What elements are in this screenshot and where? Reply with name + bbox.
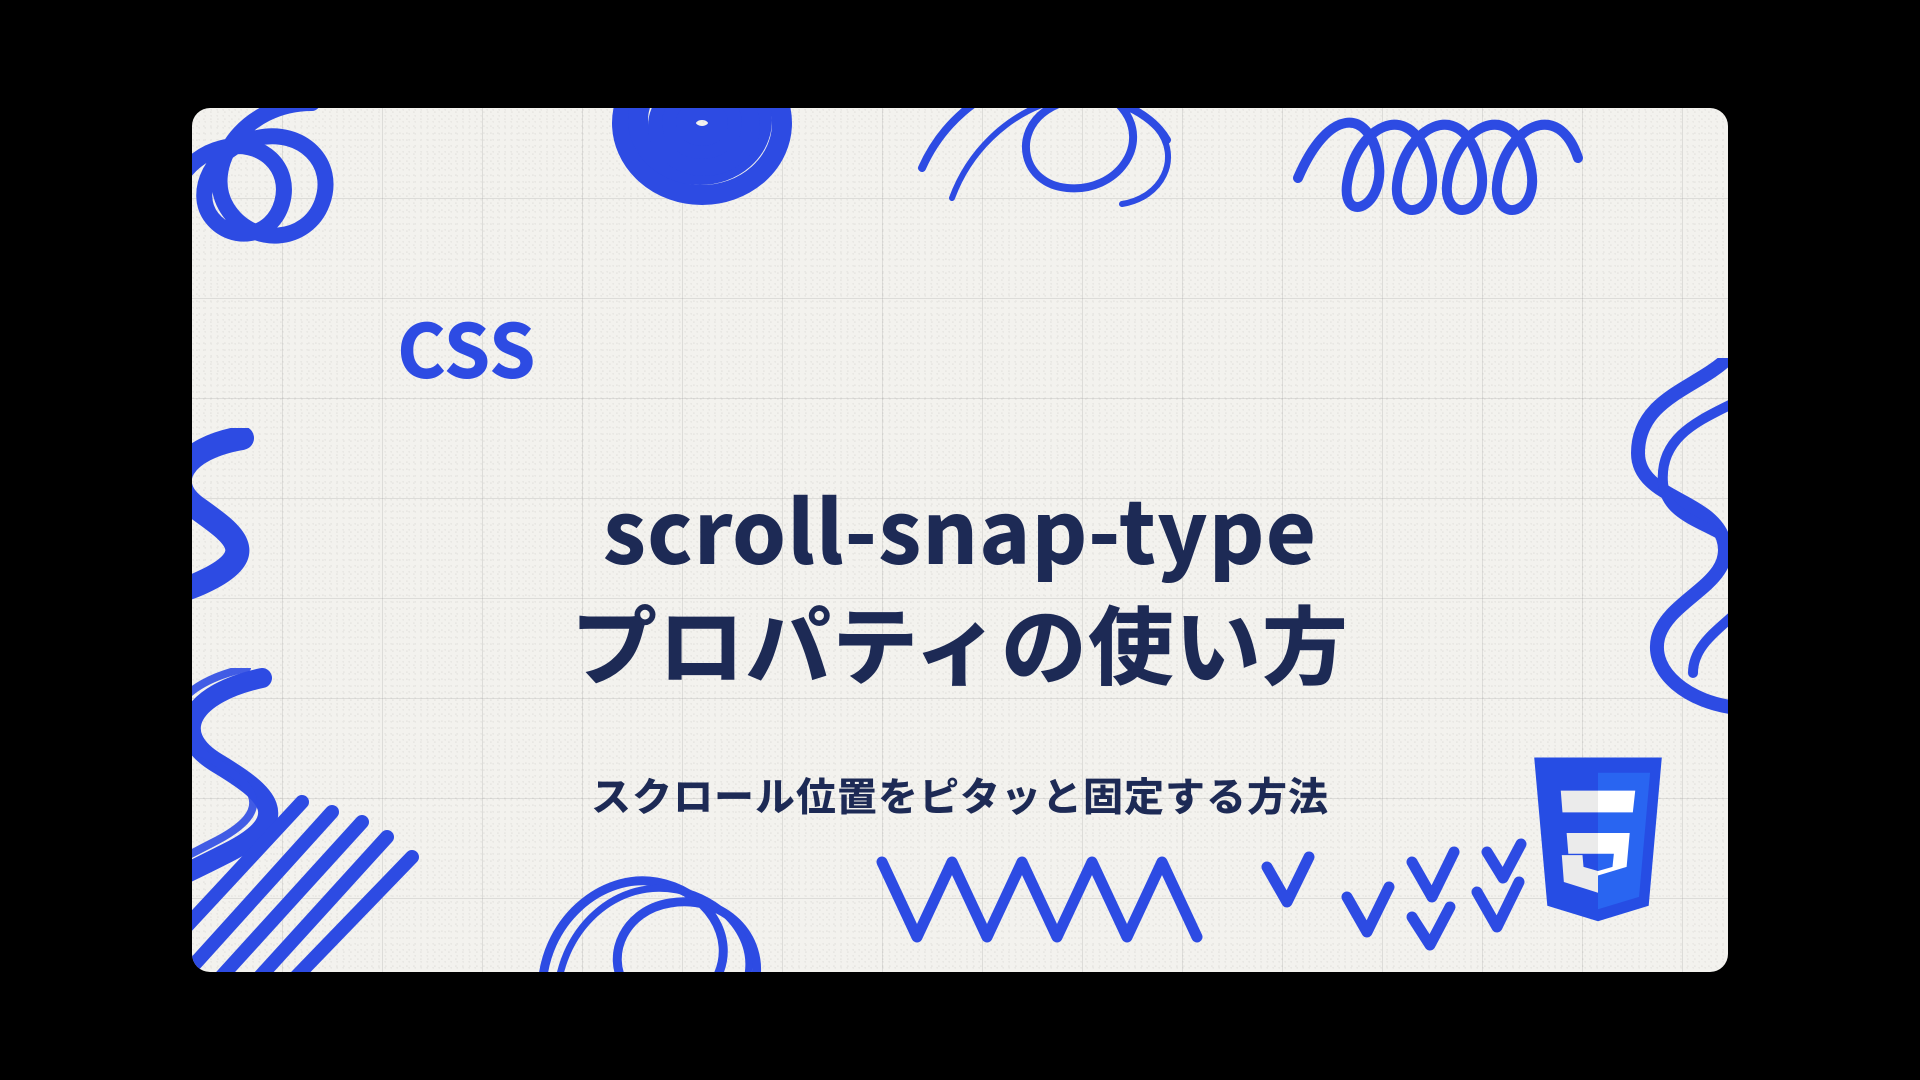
content-area: CSS scroll-snap-type プロパティの使い方 スクロール位置をピ… xyxy=(192,108,1728,972)
title-line-1: scroll-snap-type xyxy=(571,470,1349,584)
kicker-label: CSS xyxy=(397,293,536,400)
subtitle-text: スクロール位置をピタッと固定する方法 xyxy=(591,765,1329,823)
title-line-2: プロパティの使い方 xyxy=(571,584,1349,698)
slide-card: CSS scroll-snap-type プロパティの使い方 スクロール位置をピ… xyxy=(192,108,1728,972)
main-title: scroll-snap-type プロパティの使い方 xyxy=(571,470,1349,697)
